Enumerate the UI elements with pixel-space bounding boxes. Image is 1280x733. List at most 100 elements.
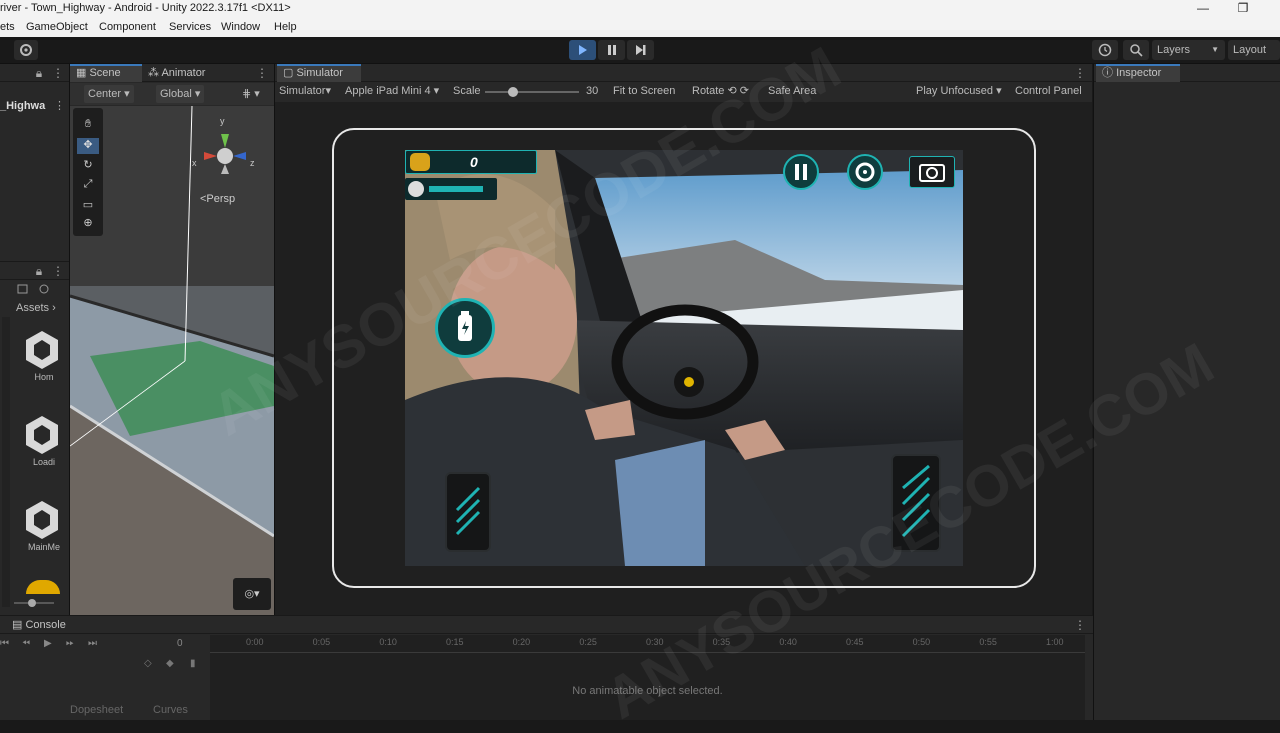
tab-dopesheet[interactable]: Dopesheet (70, 704, 123, 716)
tab-scene[interactable]: ▦ Scene (70, 64, 142, 82)
search-button[interactable] (1123, 40, 1149, 60)
add-event-icon[interactable]: ◆ (166, 658, 174, 669)
rotate-tool-icon[interactable]: ↻ (77, 158, 99, 174)
menu-help[interactable]: Help (274, 21, 297, 33)
tab-simulator[interactable]: ▢ Simulator (277, 64, 361, 82)
space-dropdown[interactable]: Global ▾ (156, 85, 205, 103)
tab-inspector[interactable]: ⓘ Inspector (1096, 64, 1180, 82)
menu-component[interactable]: Component (99, 21, 156, 33)
orientation-gizmo[interactable]: y x z (190, 114, 260, 184)
breadcrumb[interactable]: Assets › (16, 302, 56, 314)
menu-assets[interactable]: ets (0, 21, 15, 33)
control-panel-button[interactable]: Control Panel (1015, 82, 1082, 100)
play-icon (579, 45, 587, 55)
settings-icon (855, 162, 875, 182)
pivot-dropdown[interactable]: Center ▾ (84, 85, 134, 103)
safe-area-toggle[interactable]: Safe Area (768, 82, 816, 100)
material-thumbnail[interactable] (26, 580, 60, 594)
animation-controls: ⏮ ⏪︎ ▶ ⏩︎ ⏭ 0 (0, 635, 210, 655)
more-icon[interactable]: ⋮ (52, 262, 64, 280)
add-keyframe-icon[interactable]: ◇ (144, 658, 152, 669)
more-icon[interactable]: ⋮ (256, 64, 268, 82)
game-view[interactable]: 0 (405, 150, 963, 566)
menu-gameobject[interactable]: GameObject (26, 21, 88, 33)
tab-console[interactable]: ▤ Console (6, 616, 72, 634)
scale-slider[interactable] (485, 85, 579, 99)
scale-tool-icon[interactable]: ⤢ (77, 178, 99, 194)
window-title-bar: river - Town_Highway - Android - Unity 2… (0, 0, 1280, 18)
timeline-tick-label: 0:25 (579, 637, 597, 647)
mode-dropdown[interactable]: Simulator▾ (279, 82, 331, 100)
play-button[interactable] (569, 40, 596, 60)
unity-scene-icon (26, 501, 58, 539)
next-frame-icon[interactable]: ⏩︎ (66, 638, 74, 649)
frame-field[interactable]: 0 (177, 638, 183, 649)
more-icon[interactable]: ⋮ (54, 99, 65, 112)
menu-services[interactable]: Services (169, 21, 211, 33)
camera-overlay-button[interactable]: ◎▾ (233, 578, 271, 610)
transform-tool-icon[interactable]: ⊕ (77, 216, 99, 232)
more-icon[interactable]: ⋮ (1074, 64, 1086, 82)
brake-pedal[interactable] (445, 472, 491, 552)
timeline-tick-label: 0:55 (979, 637, 997, 647)
timeline-tick-label: 0:05 (312, 637, 331, 647)
project-toolbar (14, 282, 54, 298)
settings-game-button[interactable] (847, 154, 883, 190)
move-tool-icon[interactable]: ✥ (77, 138, 99, 154)
fit-to-screen-button[interactable]: Fit to Screen (613, 82, 675, 100)
history-button[interactable] (1092, 40, 1118, 60)
coin-count: 0 (470, 154, 478, 170)
brake-pedal-icon (455, 486, 481, 536)
pause-game-button[interactable] (783, 154, 819, 190)
lock-icon[interactable]: 🔒︎ (34, 64, 44, 82)
menu-window[interactable]: Window (221, 21, 260, 33)
layout-dropdown[interactable]: Layout (1228, 40, 1280, 60)
more-icon[interactable]: ⋮ (1074, 616, 1086, 634)
project-panel: 🔒︎ ⋮ Assets › Hom Loadi MainMe (0, 262, 69, 615)
pause-button[interactable] (598, 40, 625, 60)
nitro-button[interactable] (435, 298, 495, 358)
scene-name[interactable]: _Highwa (0, 100, 45, 112)
layers-dropdown[interactable]: Layers ▼ (1152, 40, 1225, 60)
timeline-tick-label: 0:15 (446, 637, 464, 647)
list-item[interactable]: Loadi (22, 413, 66, 483)
search-icon (1130, 44, 1143, 57)
device-dropdown[interactable]: Apple iPad Mini 4 ▾ (345, 82, 439, 100)
unity-scene-icon (26, 331, 58, 369)
play-anim-icon[interactable]: ▶ (44, 638, 52, 649)
breadcrumb-assets[interactable]: Assets (16, 302, 49, 314)
first-frame-icon[interactable]: ⏮ (0, 638, 9, 649)
maximize-button[interactable]: ❐ (1220, 0, 1266, 18)
more-icon[interactable]: ⋮ (52, 64, 64, 82)
step-button[interactable] (627, 40, 654, 60)
project-scrollbar[interactable] (2, 317, 10, 607)
console-panel: ▤ Console ⋮ ⏮ ⏪︎ ▶ ⏩︎ ⏭ 0 ◇ ◆ ▮ 0:00 0:05… (0, 616, 1093, 720)
play-mode-dropdown[interactable]: Play Unfocused ▾ (916, 82, 1002, 100)
tab-curves[interactable]: Curves (153, 704, 188, 716)
project-header: 🔒︎ ⋮ (0, 262, 69, 280)
scale-label: Scale (453, 85, 481, 97)
zoom-slider[interactable] (14, 598, 54, 608)
pause-game-icon (795, 164, 807, 180)
lock-icon[interactable]: 🔒︎ (34, 262, 44, 280)
timeline[interactable]: 0:00 0:05 0:10 0:15 0:20 0:25 0:30 0:35 0:40 0:45… (210, 635, 1085, 720)
timeline-tick-label: 0:45 (846, 637, 864, 647)
x-axis-label: x (192, 158, 197, 168)
list-item[interactable]: Hom (22, 328, 66, 398)
settings-button[interactable] (14, 40, 38, 60)
tab-animator[interactable]: ⁂ Animator (142, 64, 211, 82)
list-item[interactable]: MainMe (22, 498, 66, 568)
event-marker-icon[interactable]: ▮ (190, 658, 196, 669)
gas-pedal[interactable] (891, 454, 941, 552)
grid-snap-dropdown[interactable]: ⋕ ▾ (242, 85, 260, 103)
prev-frame-icon[interactable]: ⏪︎ (22, 638, 30, 649)
rotate-button[interactable]: Rotate ⟲ ⟳ (692, 82, 749, 100)
camera-switch-button[interactable] (909, 156, 955, 188)
rect-tool-icon[interactable]: ▭ (77, 198, 99, 214)
persp-label[interactable]: <Persp (200, 193, 235, 205)
last-frame-icon[interactable]: ⏭ (88, 638, 97, 649)
gas-pedal-icon (901, 464, 931, 538)
z-axis-label: z (250, 158, 255, 168)
timeline-tick-label: 0:30 (646, 637, 664, 647)
hand-tool-icon[interactable]: ✋︎ (77, 118, 99, 134)
